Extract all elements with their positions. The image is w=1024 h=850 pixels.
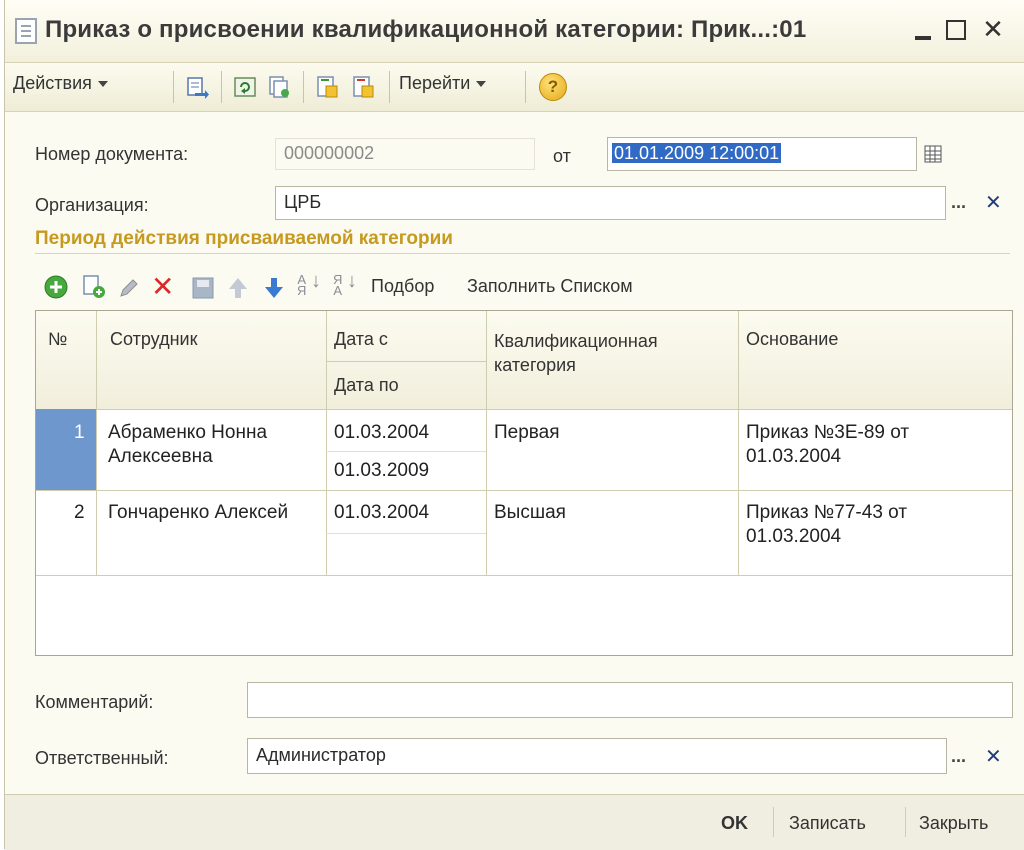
- doc-number-label: Номер документа:: [35, 144, 189, 164]
- group-divider: [35, 253, 1010, 254]
- actions-menu[interactable]: Действия: [13, 73, 108, 94]
- comment-field[interactable]: [247, 682, 1013, 718]
- doc-number-field[interactable]: 000000002: [275, 138, 535, 170]
- toolbar-separator: [525, 71, 526, 103]
- cell-category[interactable]: Высшая: [494, 501, 566, 525]
- document-icon: [15, 18, 37, 44]
- cell-date-to[interactable]: 01.03.2009: [334, 459, 429, 483]
- edit-pencil-icon[interactable]: [117, 276, 141, 300]
- date-field[interactable]: 01.01.2009 12:00:01: [607, 137, 917, 171]
- row-divider: [36, 575, 1012, 576]
- header-date-from[interactable]: Дата с: [334, 329, 388, 350]
- toolbar-separator: [303, 71, 304, 103]
- move-down-icon[interactable]: [263, 276, 285, 300]
- chevron-down-icon: [476, 81, 487, 88]
- close-window-button[interactable]: ✕: [979, 14, 1007, 44]
- cell-category[interactable]: Первая: [494, 421, 560, 445]
- date-from-label: от: [553, 146, 571, 166]
- post-and-close-icon[interactable]: [185, 75, 209, 99]
- header-basis[interactable]: Основание: [746, 329, 838, 350]
- goto-menu-label: Перейти: [399, 73, 471, 93]
- responsible-label: Ответственный:: [35, 748, 169, 768]
- header-employee[interactable]: Сотрудник: [110, 329, 197, 350]
- column-divider: [326, 311, 327, 575]
- cell-basis[interactable]: Приказ №3Е-89 от 01.03.2004: [746, 421, 996, 469]
- sort-ascending-icon[interactable]: А Я ↓: [297, 271, 321, 297]
- cell-date-from[interactable]: 01.03.2004: [334, 421, 429, 445]
- header-divider: [326, 361, 486, 362]
- pick-button[interactable]: Подбор: [371, 276, 434, 297]
- footer-bar: OK Записать Закрыть: [5, 794, 1024, 850]
- cell-employee[interactable]: Гончаренко Алексей: [108, 501, 308, 525]
- title-bar: Приказ о присвоении квалификационной кат…: [5, 0, 1024, 63]
- responsible-clear-button[interactable]: ✕: [985, 744, 1002, 769]
- close-button[interactable]: Закрыть: [919, 813, 988, 834]
- add-row-icon[interactable]: [43, 274, 69, 300]
- table-header: № Сотрудник Дата с Дата по Квалификацион…: [36, 311, 1012, 410]
- report-icon[interactable]: [315, 75, 339, 99]
- header-date-to[interactable]: Дата по: [334, 375, 399, 396]
- toolbar-separator: [173, 71, 174, 103]
- main-toolbar: Действия Перейти ?: [5, 63, 1024, 112]
- organization-label: Организация:: [35, 195, 149, 215]
- copy-row-icon[interactable]: [81, 274, 107, 300]
- copy-document-icon[interactable]: [267, 75, 291, 99]
- cell-divider: [326, 451, 486, 452]
- organization-clear-button[interactable]: ✕: [985, 190, 1002, 215]
- cell-num[interactable]: 1: [74, 421, 85, 445]
- comment-label: Комментарий:: [35, 692, 154, 712]
- responsible-field[interactable]: Администратор: [247, 738, 947, 774]
- end-edit-icon[interactable]: [191, 276, 215, 300]
- cell-divider: [326, 533, 486, 534]
- organization-select-button[interactable]: ...: [951, 192, 966, 213]
- toolbar-separator: [221, 71, 222, 103]
- save-button[interactable]: Записать: [789, 813, 866, 834]
- date-value: 01.01.2009 12:00:01: [612, 143, 782, 163]
- window-title: Приказ о присвоении квалификационной кат…: [45, 16, 807, 43]
- document-window: Приказ о присвоении квалификационной кат…: [4, 0, 1024, 850]
- column-divider: [96, 311, 97, 575]
- chevron-down-icon: [97, 81, 108, 88]
- column-divider: [486, 311, 487, 575]
- header-num[interactable]: №: [48, 329, 67, 350]
- footer-separator: [773, 807, 774, 837]
- ok-button[interactable]: OK: [721, 813, 748, 834]
- toolbar-separator: [389, 71, 390, 103]
- header-category[interactable]: Квалификационная категория: [494, 329, 739, 377]
- minimize-button[interactable]: [909, 14, 937, 44]
- group-title: Период действия присваиваемой категории: [35, 228, 453, 249]
- employees-table: № Сотрудник Дата с Дата по Квалификацион…: [35, 310, 1013, 656]
- calendar-icon[interactable]: [923, 144, 943, 164]
- organization-field[interactable]: ЦРБ: [275, 186, 946, 220]
- actions-menu-label: Действия: [13, 73, 92, 93]
- cell-date-from[interactable]: 01.03.2004: [334, 501, 429, 525]
- movements-icon[interactable]: [351, 75, 375, 99]
- column-divider: [738, 311, 739, 575]
- help-icon[interactable]: ?: [539, 73, 567, 101]
- responsible-select-button[interactable]: ...: [951, 746, 966, 767]
- cell-employee[interactable]: Абраменко Нонна Алексеевна: [108, 421, 323, 469]
- refresh-icon[interactable]: [233, 75, 257, 99]
- footer-separator: [905, 807, 906, 837]
- delete-row-icon[interactable]: ✕: [151, 270, 174, 303]
- move-up-icon[interactable]: [227, 276, 249, 300]
- cell-basis[interactable]: Приказ №77-43 от 01.03.2004: [746, 501, 996, 549]
- goto-menu[interactable]: Перейти: [399, 73, 487, 94]
- row-marker: [36, 409, 96, 490]
- row-divider: [36, 490, 1012, 491]
- sort-descending-icon[interactable]: Я А ↓: [333, 271, 357, 297]
- cell-num[interactable]: 2: [74, 501, 85, 525]
- fill-list-button[interactable]: Заполнить Списком: [467, 276, 633, 297]
- maximize-button[interactable]: [941, 14, 969, 44]
